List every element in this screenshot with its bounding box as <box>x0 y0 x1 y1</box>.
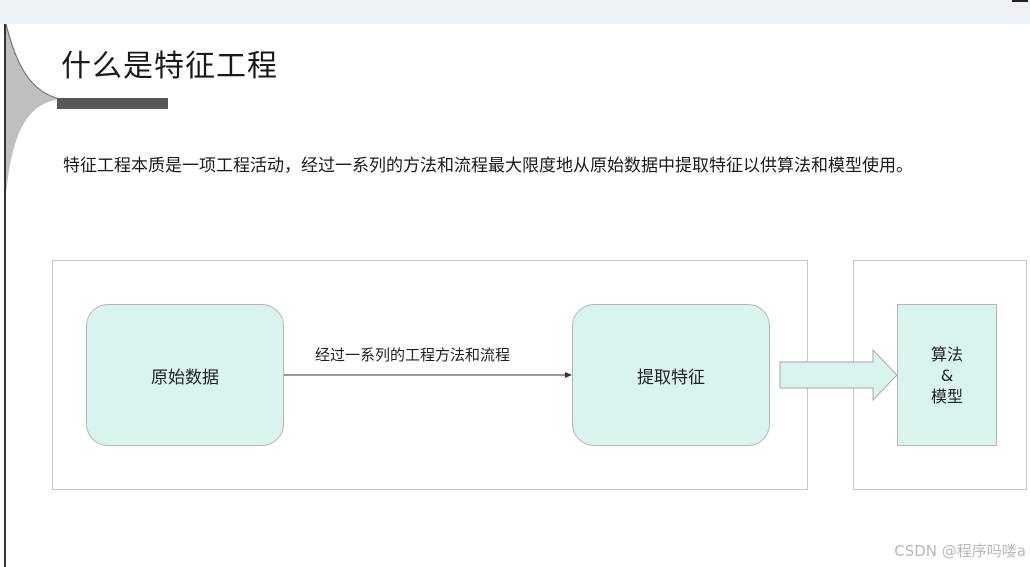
watermark: CSDN @程序吗喽a <box>894 542 1026 560</box>
title-underline-bar <box>57 98 168 109</box>
algorithm-model-node: 算法 & 模型 <box>897 304 997 446</box>
decorative-swoosh <box>5 24 60 194</box>
model-label-line3: 模型 <box>930 386 963 406</box>
model-label-line1: 算法 <box>930 344 963 364</box>
page-title: 什么是特征工程 <box>61 49 278 84</box>
raw-data-node: 原始数据 <box>86 304 284 446</box>
model-label-line2: & <box>940 365 954 385</box>
extracted-features-node: 提取特征 <box>572 304 770 446</box>
left-edge-line <box>4 24 6 567</box>
arrow-label: 经过一系列的工程方法和流程 <box>315 346 511 364</box>
corner-line <box>1012 0 1028 2</box>
raw-data-label: 原始数据 <box>151 367 219 388</box>
description-text: 特征工程本质是一项工程活动，经过一系列的方法和流程最大限度地从原始数据中提取特征… <box>63 156 913 176</box>
top-bar <box>0 0 1030 24</box>
extracted-features-label: 提取特征 <box>637 367 705 388</box>
